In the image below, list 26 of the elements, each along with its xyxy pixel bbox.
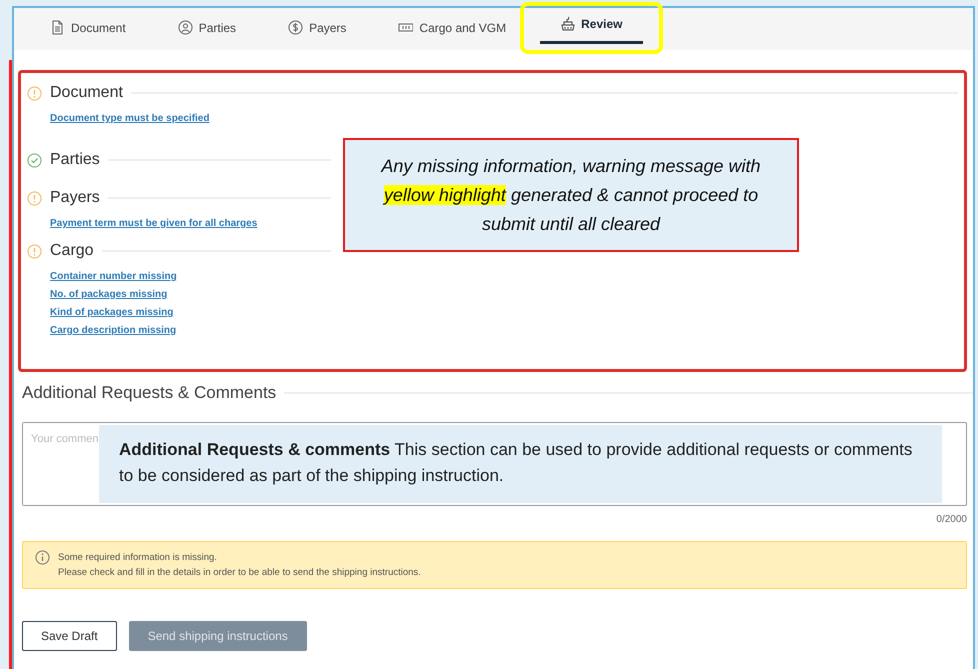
character-counter: 0/2000 bbox=[935, 512, 967, 526]
section-heading: Additional Requests & Comments bbox=[22, 382, 276, 404]
annotation-note: Additional Requests & comments This section can be used to provide additional requests or comments to be considered as part of the shipping instruction. bbox=[99, 424, 942, 502]
section-heading: Document bbox=[50, 83, 123, 103]
tab[interactable]: Cargo and VGM bbox=[390, 8, 514, 50]
save-draft-button[interactable]: Save Draft bbox=[22, 620, 117, 650]
tab[interactable]: Payers bbox=[280, 8, 354, 50]
info-icon bbox=[35, 550, 50, 564]
document-icon bbox=[50, 20, 65, 35]
tab[interactable]: Review bbox=[540, 6, 642, 44]
error-link[interactable]: Kind of packages missing bbox=[50, 305, 174, 320]
comments-field[interactable]: Your commen bbox=[23, 422, 99, 504]
dollar-coin-icon bbox=[288, 20, 304, 35]
error-link[interactable]: Cargo description missing bbox=[50, 323, 176, 338]
person-icon bbox=[178, 20, 193, 35]
section-heading: Cargo bbox=[50, 241, 94, 261]
tab[interactable]: Parties bbox=[170, 8, 244, 50]
error-link[interactable]: Payment term must be given for all charges bbox=[50, 216, 258, 231]
alert-message: Some required information is missing. Please check and fill in the details in order to be able to send the shipping instructions. bbox=[58, 550, 421, 580]
error-link[interactable]: No. of packages missing bbox=[50, 287, 168, 302]
ship-icon bbox=[560, 16, 576, 31]
error-link[interactable]: Document type must be specified bbox=[50, 111, 210, 126]
section-heading: Payers bbox=[50, 188, 100, 208]
error-link[interactable]: Container number missing bbox=[50, 269, 177, 284]
tab[interactable]: Document bbox=[42, 8, 134, 50]
section-heading: Parties bbox=[50, 150, 100, 170]
